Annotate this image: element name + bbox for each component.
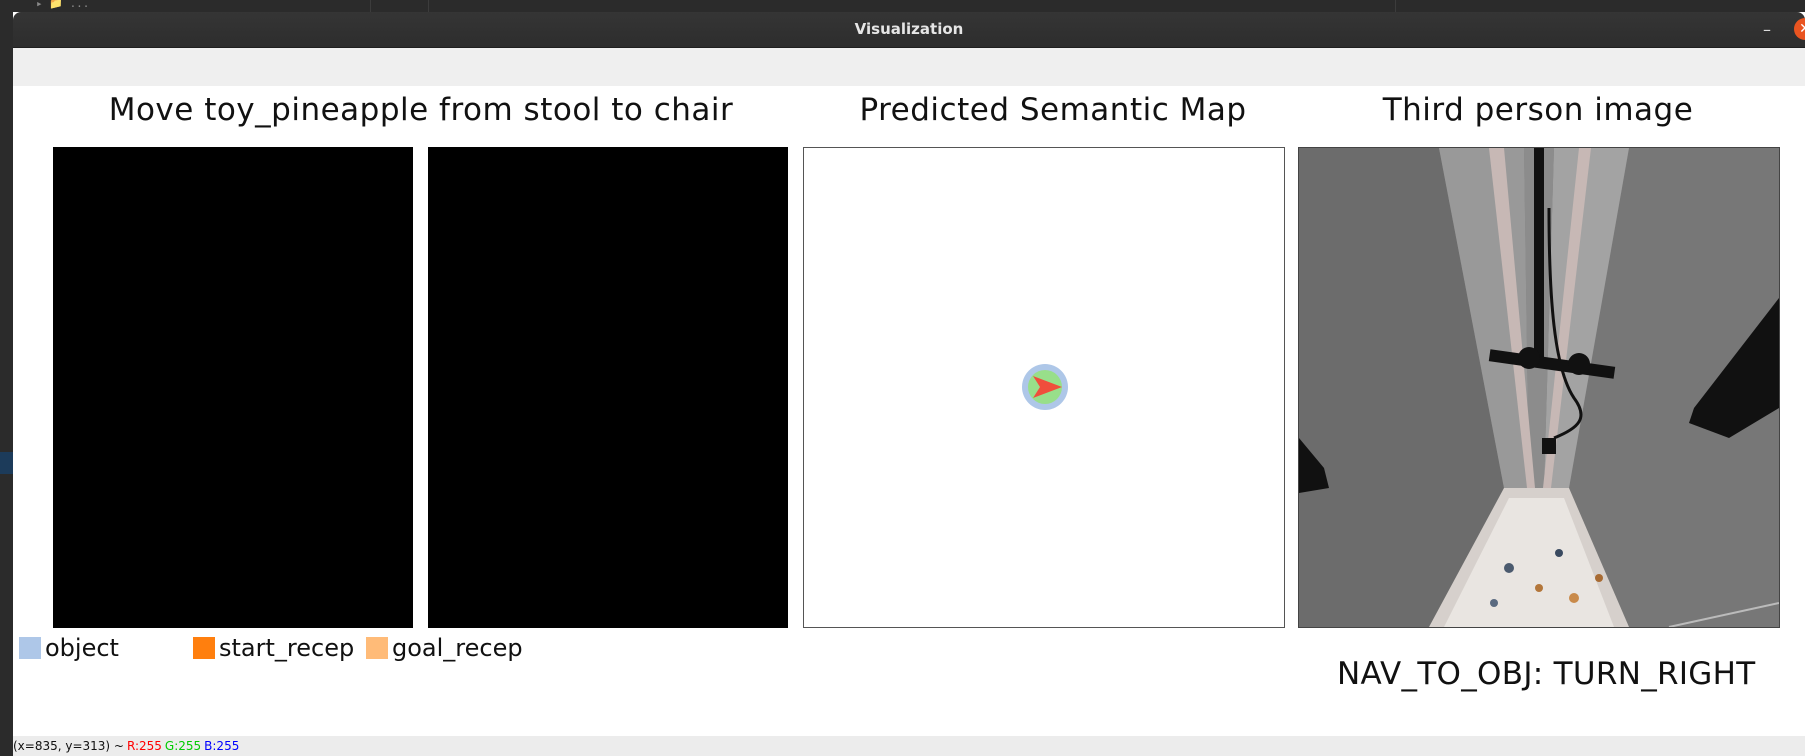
background-ide: ▸ 📁 ... <box>0 0 1805 12</box>
background-divider <box>370 0 371 12</box>
third-person-image <box>1298 147 1780 628</box>
cursor-coordinates: (x=835, y=313) ~ <box>13 739 124 753</box>
visualization-window: Visualization – ✕ Move toy_pineapple fro… <box>13 12 1805 756</box>
semantic-map-heading: Predicted Semantic Map <box>859 92 1247 128</box>
legend-label-object: object <box>45 634 119 662</box>
title-bar[interactable]: Visualization – ✕ <box>13 12 1805 48</box>
legend-item-start-recep: start_recep <box>193 634 355 662</box>
semantic-map-panel <box>803 147 1285 628</box>
window-title: Visualization <box>854 20 964 38</box>
depth-image-panel <box>428 147 788 628</box>
status-bar: (x=835, y=313) ~ R:255 G:255 B:255 <box>13 736 1805 756</box>
task-heading: Move toy_pineapple from stool to chair <box>108 92 734 128</box>
background-explorer-text: ▸ 📁 ... <box>36 0 90 10</box>
background-divider <box>428 0 429 12</box>
legend-label-start-recep: start_recep <box>219 634 355 662</box>
legend-item-goal-recep: goal_recep <box>366 634 523 662</box>
third-person-heading: Third person image <box>1382 92 1694 128</box>
background-divider <box>1395 0 1396 12</box>
background-selection <box>0 452 14 474</box>
pixel-blue-value: B:255 <box>204 739 240 753</box>
legend-label-goal-recep: goal_recep <box>392 634 523 662</box>
legend-swatch-object <box>19 637 41 659</box>
pixel-green-value: G:255 <box>164 739 202 753</box>
background-sidebar <box>0 12 14 756</box>
legend-item-object: object <box>19 634 119 662</box>
semantic-map-svg <box>1022 364 1068 410</box>
action-label: NAV_TO_OBJ: TURN_RIGHT <box>1337 656 1756 692</box>
visualization-canvas[interactable]: Move toy_pineapple from stool to chair P… <box>13 86 1805 736</box>
pixel-red-value: R:255 <box>126 739 162 753</box>
toolbar <box>13 48 1805 86</box>
rgb-image-panel <box>53 147 413 628</box>
third-person-scene <box>1299 148 1779 627</box>
legend-swatch-start-recep <box>193 637 215 659</box>
minimize-button[interactable]: – <box>1757 20 1777 40</box>
legend-swatch-goal-recep <box>366 637 388 659</box>
